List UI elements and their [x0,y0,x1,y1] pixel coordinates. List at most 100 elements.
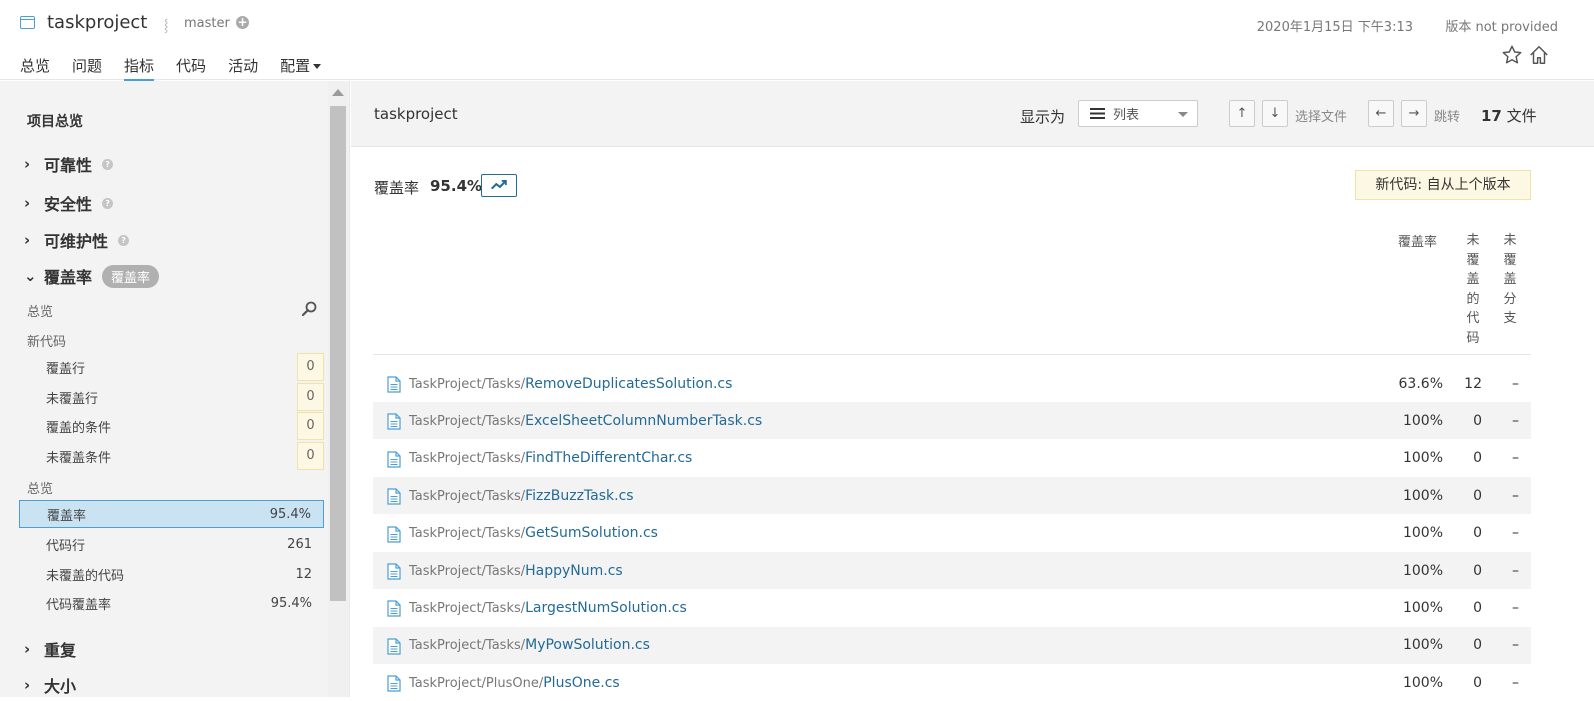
nav-activity[interactable]: 活动 [228,55,258,82]
coverage-cell: 100% [1402,637,1443,654]
table-row[interactable]: TaskProject/Tasks/RemoveDuplicatesSoluti… [373,365,1531,402]
scroll-up-arrow-icon[interactable] [332,89,344,96]
file-path[interactable]: TaskProject/Tasks/ExcelSheetColumnNumber… [409,413,762,429]
measure-value: 95.4% [430,177,483,195]
table-row[interactable]: TaskProject/Tasks/GetSumSolution.cs 100% 0… [373,515,1531,552]
facet-security[interactable]: › 安全性 ? [24,191,114,215]
search-icon[interactable] [300,300,318,318]
project-name[interactable]: taskproject [47,12,147,33]
file-name-link[interactable]: FindTheDifferentChar.cs [525,450,692,466]
file-name-link[interactable]: PlusOne.cs [543,675,619,691]
metric-row[interactable]: 代码覆盖率 95.4% [19,589,324,617]
facet-maintainability[interactable]: › 可维护性 ? [24,228,130,252]
key-right-button[interactable]: → [1401,100,1427,127]
branch-name[interactable]: master [184,16,230,31]
column-header-uncovered-lines[interactable]: 未覆盖的代码 [1466,231,1480,348]
file-dir: TaskProject/Tasks/ [409,526,526,542]
facet-label: 安全性 [44,195,93,214]
file-name-link[interactable]: HappyNum.cs [525,563,623,579]
metric-row[interactable]: 未覆盖的代码 12 [19,560,324,588]
file-icon [387,638,401,655]
metric-value: 95.4% [269,506,311,522]
nav-code[interactable]: 代码 [176,55,206,82]
uncovered-lines-cell: 0 [1473,525,1482,542]
uncovered-lines-cell: 12 [1464,375,1482,392]
star-icon[interactable] [1501,44,1523,66]
table-row[interactable]: TaskProject/Tasks/LargestNumSolution.cs 1… [373,589,1531,626]
key-down-button[interactable]: ↓ [1262,100,1288,127]
file-path[interactable]: TaskProject/Tasks/FindTheDifferentChar.c… [409,450,692,466]
metric-row[interactable]: 未覆盖条件 0 [19,442,324,470]
uncovered-conditions-cell: – [1512,487,1519,504]
metric-row[interactable]: 未覆盖行 0 [19,383,324,411]
file-name-link[interactable]: ExcelSheetColumnNumberTask.cs [525,413,762,429]
table-row[interactable]: TaskProject/Tasks/FizzBuzzTask.cs 100% 0 – [373,477,1531,515]
view-label: 显示为 [1020,108,1066,126]
view-select[interactable]: 列表 [1078,100,1198,127]
file-name-link[interactable]: LargestNumSolution.cs [525,600,687,616]
file-name-link[interactable]: MyPowSolution.cs [525,637,650,653]
file-icon [387,451,401,468]
select-files-hint: 选择文件 [1295,110,1348,125]
measure-panel-header: taskproject 显示为 列表 ↑ ↓ 选择文件 ← → 跳转 17 文件 [351,81,1594,147]
sidebar-scrollbar-thumb[interactable] [330,106,346,601]
home-icon[interactable] [1528,44,1550,66]
metric-label: 未覆盖条件 [46,450,112,466]
facet-reliability[interactable]: › 可靠性 ? [24,152,114,176]
help-icon[interactable]: ? [102,158,114,170]
breadcrumb[interactable]: taskproject [374,105,458,123]
uncovered-conditions-cell: – [1512,599,1519,616]
uncovered-conditions-cell: – [1512,450,1519,467]
nav-measures[interactable]: 指标 [124,55,155,82]
coverage-badge: 覆盖率 [102,264,160,288]
file-name-link[interactable]: FizzBuzzTask.cs [525,488,633,504]
help-icon[interactable]: ? [102,197,114,209]
sidebar-title[interactable]: 项目总览 [27,111,83,131]
metric-label: 代码行 [46,538,86,554]
help-icon[interactable]: ? [118,234,130,246]
file-path[interactable]: TaskProject/Tasks/HappyNum.cs [409,563,623,579]
plus-circle-icon[interactable]: + [236,16,249,29]
metric-label: 覆盖的条件 [46,420,112,436]
key-left-button[interactable]: ← [1368,100,1394,127]
table-row[interactable]: TaskProject/PlusOne/PlusOne.cs 100% 0 – [373,664,1531,701]
coverage-overview-link[interactable]: 总览 [27,301,53,320]
table-row[interactable]: TaskProject/Tasks/HappyNum.cs 100% 0 – [373,552,1531,589]
metric-row[interactable]: 代码行 261 [19,530,324,558]
chevron-down-icon [1178,112,1188,117]
uncovered-lines-cell: 0 [1473,450,1482,467]
uncovered-lines-cell: 0 [1473,562,1482,579]
file-name-link[interactable]: GetSumSolution.cs [525,525,658,541]
file-name-link[interactable]: RemoveDuplicatesSolution.cs [525,376,732,392]
nav-issues[interactable]: 问题 [72,55,102,82]
history-button[interactable] [481,174,517,197]
file-path[interactable]: TaskProject/Tasks/LargestNumSolution.cs [409,600,687,616]
table-row[interactable]: TaskProject/Tasks/FindTheDifferentChar.c… [373,440,1531,477]
file-path[interactable]: TaskProject/Tasks/FizzBuzzTask.cs [409,488,634,504]
metric-row-selected[interactable]: 覆盖率 95.4% [19,500,324,528]
facet-coverage[interactable]: ⌄ 覆盖率 覆盖率 [24,264,160,288]
file-path[interactable]: TaskProject/PlusOne/PlusOne.cs [409,675,620,691]
column-header-uncovered-conditions[interactable]: 未覆盖分支 [1503,231,1517,329]
metric-value: 0 [297,442,324,470]
table-row[interactable]: TaskProject/Tasks/MyPowSolution.cs 100% 0 – [373,626,1531,664]
facet-duplications[interactable]: › 重复 [24,637,76,661]
file-path[interactable]: TaskProject/Tasks/GetSumSolution.cs [409,525,658,541]
metric-row[interactable]: 覆盖的条件 0 [19,412,324,440]
file-dir: TaskProject/Tasks/ [409,563,526,579]
version-label: 版本 not provided [1445,20,1558,35]
facet-size[interactable]: › 大小 [24,673,76,697]
metric-label: 代码覆盖率 [46,597,112,613]
nav-administration[interactable]: 配置 [280,55,322,82]
measures-sidebar: 项目总览 › 可靠性 ? › 安全性 ? › 可维护性 ? ⌄ 覆盖率 覆盖率 … [0,81,350,697]
nav-overview[interactable]: 总览 [20,55,50,82]
key-up-button[interactable]: ↑ [1229,100,1255,127]
column-header-coverage[interactable]: 覆盖率 [1398,231,1437,250]
metric-row[interactable]: 覆盖行 0 [19,353,324,381]
file-path[interactable]: TaskProject/Tasks/MyPowSolution.cs [409,637,650,653]
new-code-group-label: 新代码 [27,335,67,350]
coverage-cell: 100% [1402,562,1443,579]
metric-label: 未覆盖行 [46,391,99,407]
table-row[interactable]: TaskProject/Tasks/ExcelSheetColumnNumber… [373,402,1531,440]
file-path[interactable]: TaskProject/Tasks/RemoveDuplicatesSoluti… [409,376,732,392]
